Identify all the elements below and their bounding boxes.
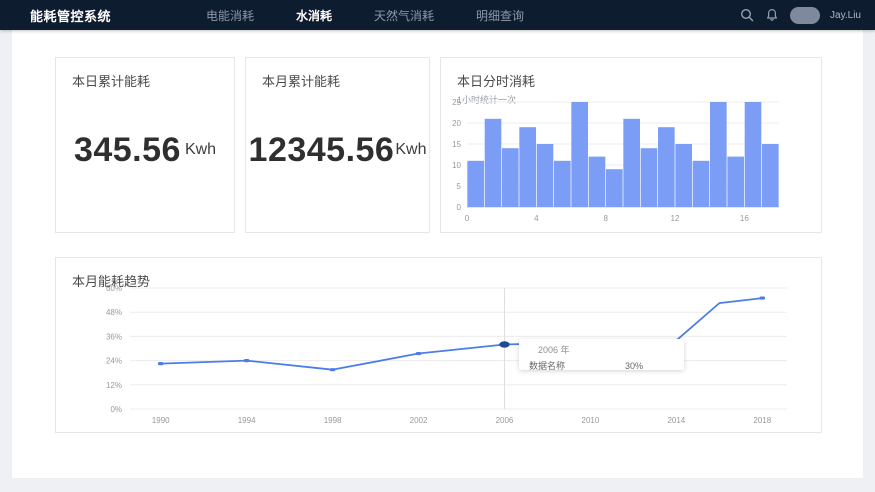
svg-text:12%: 12%	[106, 381, 122, 390]
svg-text:0: 0	[457, 203, 462, 212]
top-navbar: 能耗管控系统 电能消耗 水消耗 天然气消耗 明细查询 Jay.Liu	[0, 0, 875, 30]
svg-text:60%: 60%	[106, 284, 122, 293]
monthly-trend-line-chart[interactable]: 0% 12% 24% 36% 48% 60% 1990 1994 1998 2002 2006 201…	[56, 282, 821, 432]
svg-text:20: 20	[452, 119, 461, 128]
today-energy-title: 本日累计能耗	[56, 58, 234, 90]
month-energy-card: 本月累计能耗 12345.56 Kwh	[245, 57, 430, 233]
svg-text:15: 15	[452, 140, 461, 149]
svg-text:2002: 2002	[410, 416, 428, 425]
month-energy-body: 12345.56 Kwh	[246, 90, 429, 210]
svg-text:2018: 2018	[753, 416, 771, 425]
month-energy-unit: Kwh	[395, 141, 426, 159]
nav-item-water[interactable]: 水消耗	[275, 0, 353, 30]
today-energy-value: 345.56	[74, 131, 181, 170]
svg-text:1998: 1998	[324, 416, 342, 425]
svg-text:5: 5	[457, 182, 462, 191]
svg-text:0%: 0%	[110, 405, 122, 414]
user-avatar[interactable]	[790, 7, 820, 24]
tooltip-series-label: 数据名称	[529, 359, 565, 372]
nav-item-electric[interactable]: 电能消耗	[185, 0, 275, 30]
today-energy-card: 本日累计能耗 345.56 Kwh	[55, 57, 235, 233]
month-energy-value: 12345.56	[249, 131, 395, 170]
app-title: 能耗管控系统	[0, 6, 185, 25]
navbar-right: Jay.Liu	[740, 0, 861, 30]
main-menu: 电能消耗 水消耗 天然气消耗 明细查询	[185, 0, 545, 30]
username: Jay.Liu	[830, 10, 861, 21]
tooltip-value: 30%	[625, 361, 643, 371]
nav-item-gas[interactable]: 天然气消耗	[353, 0, 455, 30]
monthly-trend-card: 本月能耗趋势 0%12%24%36%48%60%1990199419982002…	[55, 257, 822, 433]
month-energy-title: 本月累计能耗	[246, 58, 429, 90]
nav-item-detail-query[interactable]: 明细查询	[455, 0, 545, 30]
svg-text:2010: 2010	[582, 416, 600, 425]
svg-text:1994: 1994	[238, 416, 256, 425]
today-energy-unit: Kwh	[185, 141, 216, 159]
bell-icon[interactable]	[765, 8, 780, 23]
kpi-row: 本日累计能耗 345.56 Kwh 本月累计能耗 12345.56 Kwh 本日…	[55, 57, 822, 233]
svg-text:4: 4	[534, 214, 539, 223]
svg-text:16: 16	[740, 214, 749, 223]
svg-text:1990: 1990	[152, 416, 170, 425]
svg-text:12: 12	[671, 214, 680, 223]
content-panel: 本日累计能耗 345.56 Kwh 本月累计能耗 12345.56 Kwh 本日…	[12, 30, 863, 478]
svg-text:48%: 48%	[106, 308, 122, 317]
tooltip-row: 数据名称 30%	[529, 359, 684, 372]
chart-tooltip: 2006 年 数据名称 30%	[519, 339, 684, 370]
search-icon[interactable]	[740, 8, 755, 23]
svg-text:10: 10	[452, 161, 461, 170]
hourly-chart-title: 本日分时消耗	[441, 58, 821, 90]
svg-text:25: 25	[452, 98, 461, 107]
hourly-consumption-card: 本日分时消耗 1小时统计一次 05101520250481216	[440, 57, 822, 233]
svg-text:2014: 2014	[667, 416, 685, 425]
svg-text:0: 0	[465, 214, 470, 223]
tooltip-title: 2006 年	[538, 343, 684, 356]
svg-text:24%: 24%	[106, 357, 122, 366]
svg-text:8: 8	[603, 214, 608, 223]
today-energy-body: 345.56 Kwh	[56, 90, 234, 210]
svg-text:2006: 2006	[496, 416, 514, 425]
hourly-bar-chart[interactable]: 0 5 10 15 20 25 0 4 8 12 16	[441, 98, 821, 230]
svg-text:36%: 36%	[106, 332, 122, 341]
